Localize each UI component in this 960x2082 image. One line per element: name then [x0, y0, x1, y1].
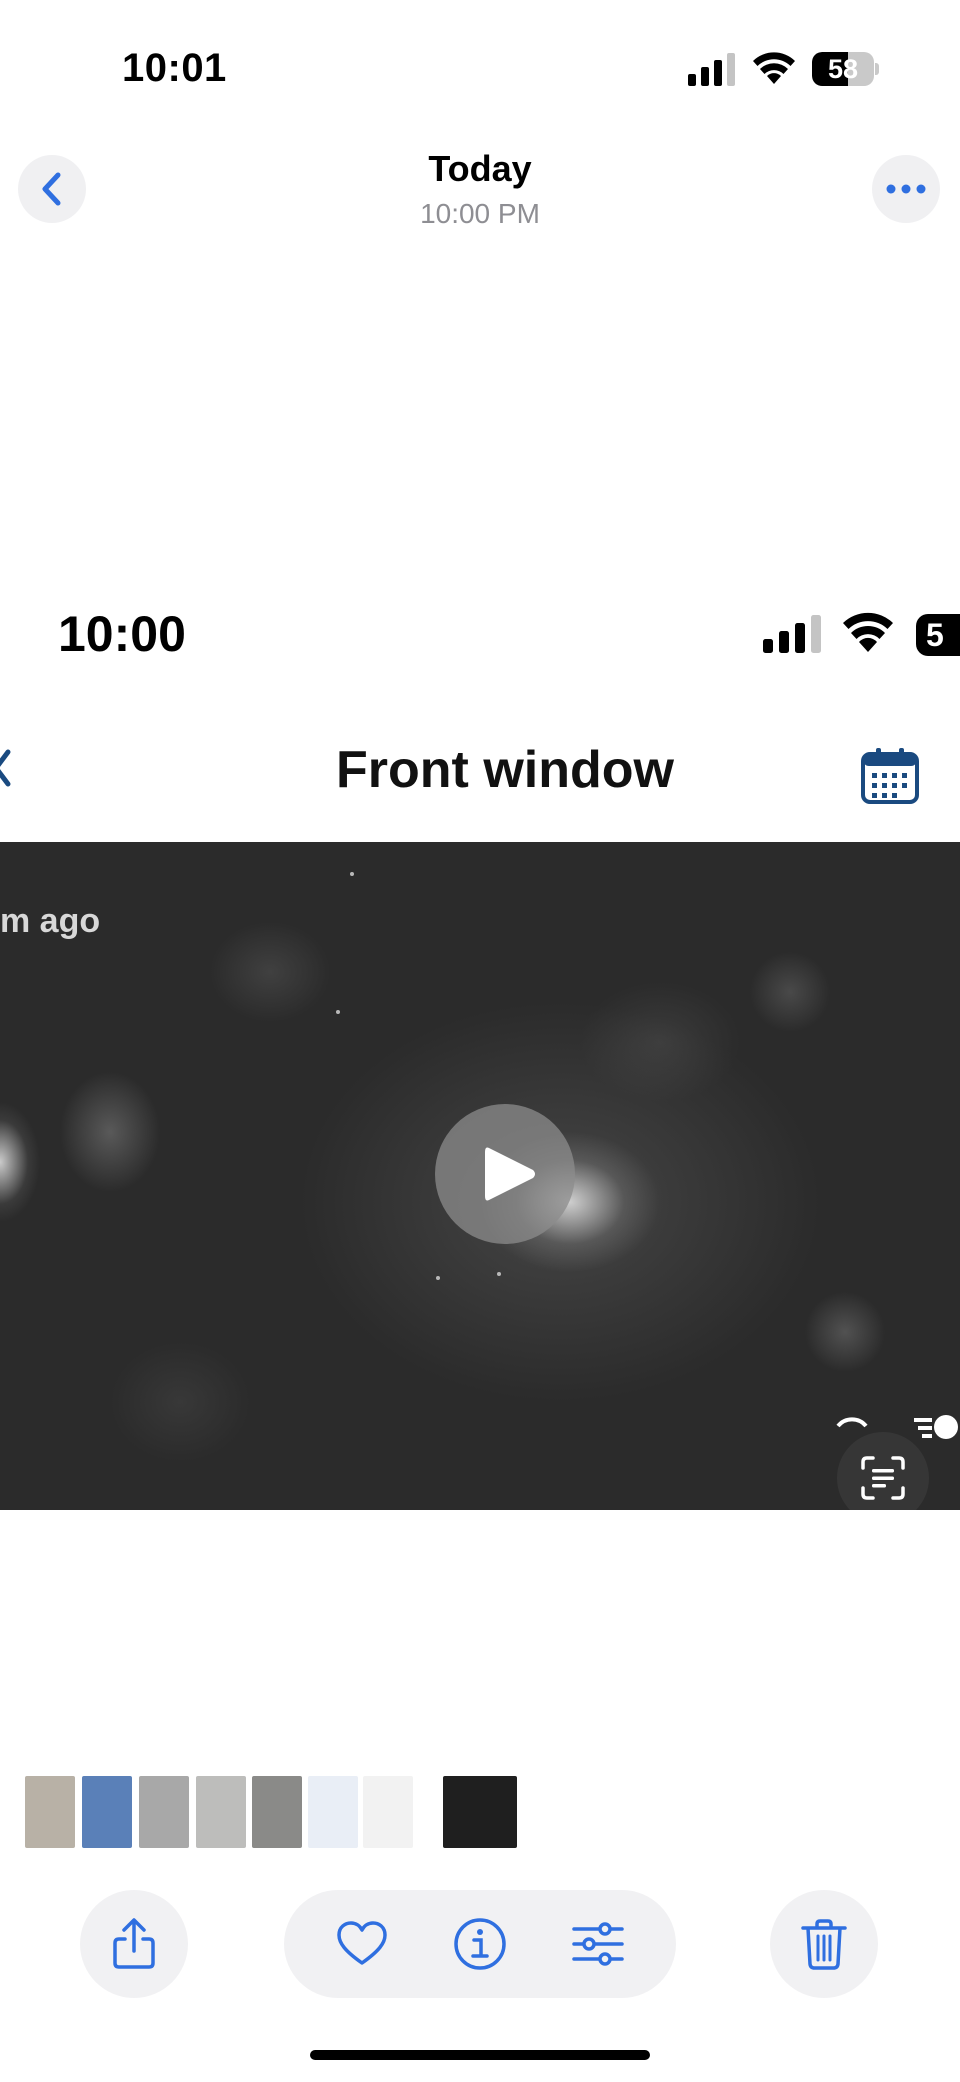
cellular-signal-icon	[688, 53, 735, 86]
thumbnail[interactable]	[252, 1776, 302, 1848]
thumbnail[interactable]	[308, 1776, 358, 1848]
trash-icon	[801, 1919, 847, 1970]
live-text-icon	[861, 1456, 905, 1500]
adjust-button[interactable]	[544, 1890, 652, 1998]
share-button[interactable]	[80, 1890, 188, 1998]
home-indicator[interactable]	[310, 2050, 650, 2060]
share-icon	[113, 1918, 155, 1969]
adjust-sliders-icon	[572, 1922, 624, 1966]
photo-battery-icon: 5	[916, 614, 960, 656]
status-time: 10:01	[122, 46, 227, 90]
delete-button[interactable]	[770, 1890, 878, 1998]
page-title: Today	[428, 148, 532, 189]
info-button[interactable]	[426, 1890, 534, 1998]
video-speck	[350, 872, 354, 876]
play-icon	[485, 1147, 535, 1201]
battery-level: 58	[827, 54, 859, 84]
photo-title: Front window	[336, 741, 674, 799]
heart-icon	[337, 1921, 387, 1965]
thumbnail[interactable]	[363, 1776, 413, 1848]
thumbnail[interactable]	[25, 1776, 75, 1848]
photo-status-time: 10:00	[58, 606, 186, 662]
video-speck	[497, 1272, 501, 1276]
thumbnail[interactable]	[196, 1776, 246, 1848]
wifi-icon	[753, 52, 795, 84]
video-frame[interactable]: m ago	[0, 842, 960, 1510]
info-icon	[454, 1918, 506, 1970]
calendar-icon	[861, 748, 919, 804]
video-speck	[436, 1276, 440, 1280]
page-subtitle: 10:00 PM	[420, 198, 540, 229]
ellipsis-icon	[886, 184, 926, 194]
thumbnail-current[interactable]	[443, 1776, 517, 1848]
battery-icon: 58	[812, 52, 879, 86]
play-button[interactable]	[435, 1104, 575, 1244]
more-button[interactable]	[872, 155, 940, 223]
photo-wifi-icon	[843, 612, 893, 652]
photo-cellular-signal-icon	[763, 615, 821, 653]
video-speck	[336, 1010, 340, 1014]
thumbnail[interactable]	[82, 1776, 132, 1848]
toolbar-pill	[284, 1890, 676, 1998]
favorite-button[interactable]	[308, 1890, 416, 1998]
video-timestamp: m ago	[0, 902, 101, 940]
thumbnail[interactable]	[139, 1776, 189, 1848]
status-bar: 10:01 58	[0, 0, 960, 140]
